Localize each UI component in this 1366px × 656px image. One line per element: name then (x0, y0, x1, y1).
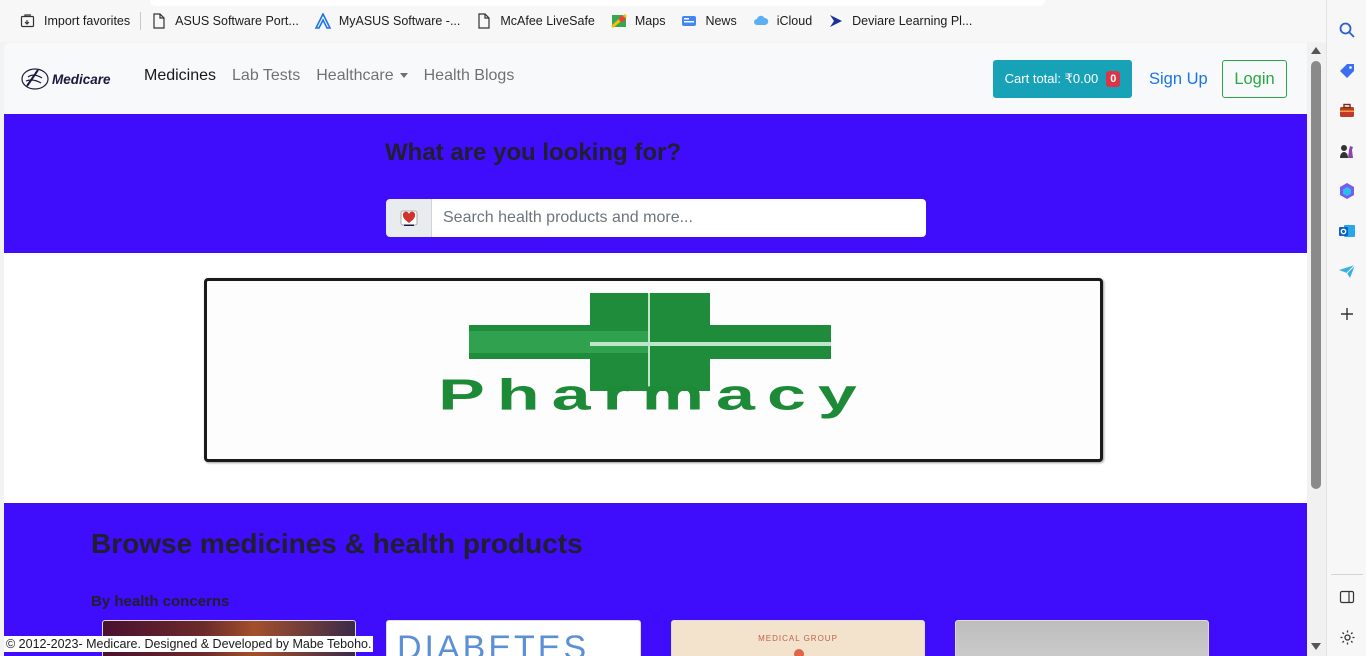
health-concern-card-diabetes[interactable]: DIABETES (386, 620, 641, 656)
scroll-thumb[interactable] (1311, 61, 1321, 489)
health-concern-card-medical-group[interactable]: MEDICAL GROUP (671, 620, 925, 656)
scroll-up-arrow-icon[interactable] (1311, 47, 1321, 54)
search-prepend (386, 199, 432, 237)
bookmark-maps[interactable]: Maps (603, 7, 674, 35)
login-button[interactable]: Login (1222, 60, 1287, 98)
bookmark-myasus-software[interactable]: MyASUS Software -... (307, 7, 469, 35)
bookmark-import-favorites[interactable]: Import favorites (12, 7, 138, 35)
caduceus-icon (21, 68, 49, 90)
favorites-bar: Import favorites ASUS Software Port... M… (0, 0, 1326, 42)
pharmacy-banner: Pharmacy (4, 253, 1307, 503)
search-heading: What are you looking for? (385, 139, 682, 166)
browse-section: Browse medicines & health products By he… (4, 503, 1307, 656)
import-icon (20, 13, 36, 29)
nav-healthcare-dropdown[interactable]: Healthcare (316, 67, 408, 85)
bookmark-deviare-learning[interactable]: Deviare Learning Pl... (820, 7, 980, 35)
microsoft-365-icon[interactable] (1335, 179, 1359, 203)
cart-button[interactable]: Cart total: ₹0.00 0 (993, 60, 1132, 98)
sidebar-divider (1331, 574, 1363, 575)
tools-briefcase-icon[interactable] (1335, 99, 1359, 123)
card-decoration (794, 649, 804, 656)
bookmark-label: iCloud (776, 14, 813, 28)
bookmark-label: McAfee LiveSafe (500, 14, 595, 28)
cart-count-badge: 0 (1106, 71, 1121, 87)
page-scrollbar[interactable] (1307, 43, 1326, 656)
split-screen-icon[interactable] (1335, 585, 1359, 609)
footer-copyright: © 2012-2023- Medicare. Designed & Develo… (4, 636, 374, 652)
page-icon (151, 13, 167, 29)
cloud-icon (753, 13, 769, 29)
browser-sidebar (1326, 0, 1366, 656)
health-concern-card[interactable] (955, 620, 1209, 656)
bookmark-label: MyASUS Software -... (338, 14, 461, 28)
heart-pill-icon (400, 210, 417, 226)
nav-healthcare-label: Healthcare (316, 67, 394, 84)
page-icon (476, 13, 492, 29)
card-medical-group-text: MEDICAL GROUP (758, 634, 838, 643)
search-section: What are you looking for? (4, 114, 1307, 253)
search-group (386, 199, 926, 237)
nav-lab-tests[interactable]: Lab Tests (232, 67, 300, 85)
card-diabetes-text: DIABETES (397, 629, 590, 656)
bookmark-news[interactable]: News (673, 7, 744, 35)
news-icon (681, 13, 697, 29)
bookmark-label: Deviare Learning Pl... (852, 14, 973, 28)
bookmark-label: News (705, 14, 737, 28)
bookmark-icloud[interactable]: iCloud (745, 7, 820, 35)
pharmacy-banner-image: Pharmacy (204, 278, 1103, 462)
brand-logo[interactable]: Medicare (20, 65, 111, 93)
nav-links: Medicines Lab Tests Healthcare Health Bl… (144, 67, 514, 85)
sign-up-link[interactable]: Sign Up (1149, 70, 1208, 89)
shopping-tag-icon[interactable] (1335, 59, 1359, 83)
bookmark-label: Import favorites (44, 14, 131, 28)
search-icon[interactable] (1335, 18, 1359, 42)
search-input[interactable] (432, 199, 926, 237)
bookmark-label: Maps (634, 14, 666, 28)
bookmark-separator (140, 12, 142, 30)
brand-name: Medicare (52, 71, 111, 87)
bookmark-label: ASUS Software Port... (175, 14, 299, 28)
bookmark-mcafee-livesafe[interactable]: McAfee LiveSafe (468, 7, 603, 35)
page-viewport: Medicare Medicines Lab Tests Healthcare … (4, 43, 1307, 656)
browse-subtitle: By health concerns (91, 593, 230, 610)
address-bar-edge (150, 0, 1045, 6)
bookmark-asus-software-portal[interactable]: ASUS Software Port... (143, 7, 307, 35)
nav-medicines[interactable]: Medicines (144, 67, 216, 85)
asus-icon (314, 13, 331, 29)
cart-total-label: Cart total: ₹0.00 (1004, 71, 1099, 86)
maps-icon (610, 13, 627, 29)
scroll-down-arrow-icon[interactable] (1311, 643, 1321, 650)
deviare-icon (828, 13, 844, 29)
send-plane-icon[interactable] (1335, 259, 1359, 283)
site-navbar: Medicare Medicines Lab Tests Healthcare … (4, 43, 1307, 114)
outlook-icon[interactable] (1335, 219, 1359, 243)
settings-gear-icon[interactable] (1335, 625, 1359, 649)
caret-down-icon (399, 73, 408, 79)
add-icon[interactable] (1335, 302, 1359, 326)
games-chess-icon[interactable] (1335, 139, 1359, 163)
browse-title: Browse medicines & health products (91, 528, 583, 559)
pharmacy-banner-text: Pharmacy (438, 370, 869, 419)
nav-health-blogs[interactable]: Health Blogs (424, 67, 515, 85)
